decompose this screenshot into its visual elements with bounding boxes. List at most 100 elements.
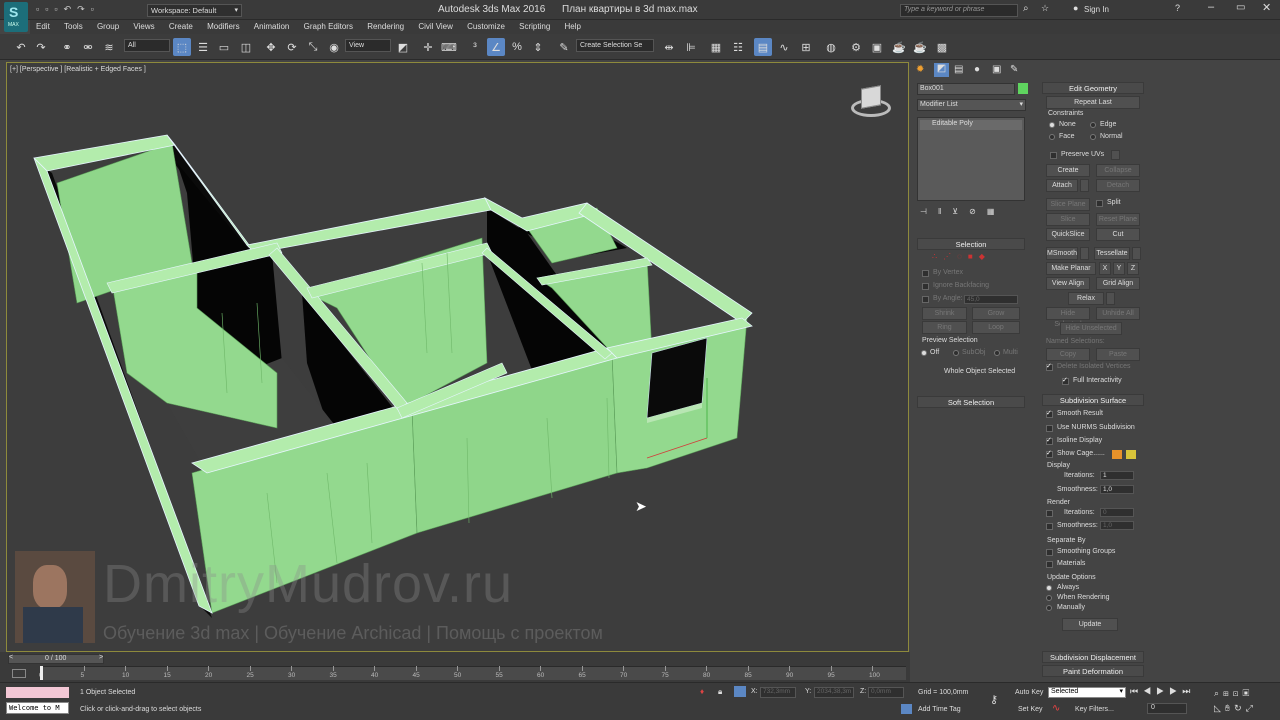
display-tab-icon[interactable]: ▣	[992, 64, 1001, 75]
layer-manager-icon[interactable]: ▦	[707, 38, 725, 56]
paint-deformation-rollout-header[interactable]: Paint Deformation	[1042, 665, 1144, 677]
select-by-name-icon[interactable]: ☰	[194, 38, 212, 56]
show-end-result-icon[interactable]: ‖	[938, 207, 952, 216]
loop-button[interactable]: Loop	[972, 321, 1020, 334]
align-icon[interactable]: ⊫	[682, 38, 700, 56]
named-selection-dropdown[interactable]: Create Selection Se	[576, 39, 654, 52]
absolute-mode-icon[interactable]	[734, 686, 746, 697]
render-iterations-checkbox[interactable]	[1046, 510, 1053, 517]
keyboard-shortcut-icon[interactable]: ⌨	[440, 38, 458, 56]
msmooth-settings[interactable]	[1080, 247, 1089, 260]
place-icon[interactable]: ◉	[325, 38, 343, 56]
selection-rollout-header[interactable]: Selection	[917, 238, 1025, 250]
menu-create[interactable]: Create	[163, 20, 199, 34]
menu-edit[interactable]: Edit	[30, 20, 56, 34]
window-crossing-icon[interactable]: ◫	[237, 38, 255, 56]
current-frame-field[interactable]: 0	[1147, 703, 1187, 714]
edit-geometry-rollout-header[interactable]: Edit Geometry	[1042, 82, 1144, 94]
constraint-none-radio[interactable]	[1049, 122, 1055, 128]
next-frame-icon[interactable]: ▶	[1169, 686, 1182, 696]
split-checkbox[interactable]	[1096, 200, 1103, 207]
grow-button[interactable]: Grow	[972, 307, 1020, 320]
border-mode-icon[interactable]: ◌	[957, 252, 968, 261]
utilities-tab-icon[interactable]: ✎	[1010, 64, 1018, 75]
key-icon[interactable]: ⚷	[990, 693, 998, 706]
perspective-viewport[interactable]: [+] [Perspective ] [Realistic + Edged Fa…	[6, 62, 909, 652]
hide-selected-button[interactable]: Hide Selected	[1046, 307, 1090, 328]
slice-button[interactable]: Slice	[1046, 213, 1090, 226]
delete-isolated-checkbox[interactable]	[1046, 362, 1053, 371]
planar-y-button[interactable]: Y	[1113, 262, 1125, 275]
key-mode-dropdown[interactable]: Selected ▾	[1048, 687, 1126, 698]
constraint-normal-radio[interactable]	[1090, 134, 1096, 140]
zoom-icon[interactable]: ⌕	[1214, 688, 1223, 698]
planar-x-button[interactable]: X	[1099, 262, 1111, 275]
go-to-end-icon[interactable]: ⏭	[1182, 686, 1195, 696]
fov-icon[interactable]: ◺	[1214, 703, 1225, 713]
lock-icon[interactable]: 🔒︎	[718, 687, 722, 697]
cage-color-swatch-2[interactable]	[1126, 450, 1136, 459]
constraint-edge-radio[interactable]	[1090, 122, 1096, 128]
unhide-all-button[interactable]: Unhide All	[1096, 307, 1140, 320]
modifier-list-dropdown[interactable]: Modifier List ▾	[917, 99, 1026, 111]
undo-icon[interactable]: ↶	[12, 38, 30, 56]
stack-item-editable-poly[interactable]: Editable Poly	[920, 120, 1022, 130]
set-key-icon[interactable]: ∿	[1052, 703, 1060, 714]
modifier-stack[interactable]: Editable Poly	[917, 117, 1025, 201]
search-input[interactable]: Type a keyword or phrase	[900, 4, 1018, 17]
materials-checkbox[interactable]	[1046, 561, 1053, 568]
constraint-face-radio[interactable]	[1049, 134, 1055, 140]
polygon-mode-icon[interactable]: ■	[968, 252, 979, 261]
by-angle-checkbox[interactable]	[922, 296, 929, 303]
cut-button[interactable]: Cut	[1096, 228, 1140, 241]
menu-help[interactable]: Help	[559, 20, 587, 34]
tessellate-settings[interactable]	[1132, 247, 1141, 260]
add-time-tag[interactable]: Add Time Tag	[918, 706, 961, 713]
smoothing-groups-checkbox[interactable]	[1046, 549, 1053, 556]
render-smoothness-checkbox[interactable]	[1046, 523, 1053, 530]
ignore-backfacing-checkbox[interactable]	[922, 283, 929, 290]
preview-multi-radio[interactable]	[994, 350, 1000, 356]
edge-mode-icon[interactable]: ⋰	[943, 252, 957, 261]
render-iterative-icon[interactable]: ☕	[911, 38, 929, 56]
copy-button[interactable]: Copy	[1046, 348, 1090, 361]
time-tag-icon[interactable]	[901, 704, 912, 714]
a360-render-icon[interactable]: ▩	[933, 38, 951, 56]
by-vertex-checkbox[interactable]	[922, 270, 929, 277]
rect-selection-icon[interactable]: ▭	[215, 38, 233, 56]
detach-button[interactable]: Detach	[1096, 179, 1140, 192]
sign-in-link[interactable]: Sign In	[1084, 5, 1109, 14]
hierarchy-tab-icon[interactable]: ▤	[954, 64, 963, 75]
orbit-icon[interactable]: ↻	[1234, 703, 1246, 713]
edit-named-sets-icon[interactable]: ✎	[555, 38, 573, 56]
object-color-swatch[interactable]	[1018, 83, 1028, 94]
full-interactivity-checkbox[interactable]	[1062, 376, 1069, 385]
app-logo[interactable]: S MAX	[4, 2, 28, 32]
reset-plane-button[interactable]: Reset Plane	[1096, 213, 1140, 226]
mirror-icon[interactable]: ⇹	[660, 38, 678, 56]
shrink-button[interactable]: Shrink	[922, 307, 967, 320]
menu-group[interactable]: Group	[91, 20, 125, 34]
cage-color-swatch-1[interactable]	[1112, 450, 1122, 459]
menu-civil-view[interactable]: Civil View	[412, 20, 459, 34]
vertex-mode-icon[interactable]: ∴	[932, 252, 943, 261]
show-cage-checkbox[interactable]	[1046, 449, 1053, 458]
quickslice-button[interactable]: QuickSlice	[1046, 228, 1090, 241]
update-always-radio[interactable]	[1046, 585, 1052, 591]
render-iterations-spinner[interactable]: 0	[1100, 508, 1134, 517]
isolate-icon[interactable]: ♦	[700, 687, 704, 696]
menu-graph-editors[interactable]: Graph Editors	[298, 20, 359, 34]
remove-modifier-icon[interactable]: ⊘	[969, 207, 987, 216]
collapse-button[interactable]: Collapse	[1096, 164, 1140, 177]
make-planar-button[interactable]: Make Planar	[1046, 262, 1096, 275]
chevron-left-icon[interactable]: <	[9, 654, 13, 661]
mini-curve-toggle-icon[interactable]	[12, 669, 26, 678]
unlink-icon[interactable]: ⚮	[79, 38, 97, 56]
preview-off-radio[interactable]	[921, 350, 927, 356]
zoom-extents-all-icon[interactable]: ▣	[1243, 688, 1254, 698]
ref-coord-dropdown[interactable]: View	[345, 39, 391, 52]
object-name-field[interactable]: Box001	[917, 83, 1015, 95]
z-coordinate-field[interactable]: 0,0mm	[868, 687, 904, 698]
quick-access-icons[interactable]: ▫▫▫↶↷▫	[36, 4, 141, 16]
close-icon[interactable]: ✕	[1262, 1, 1271, 14]
